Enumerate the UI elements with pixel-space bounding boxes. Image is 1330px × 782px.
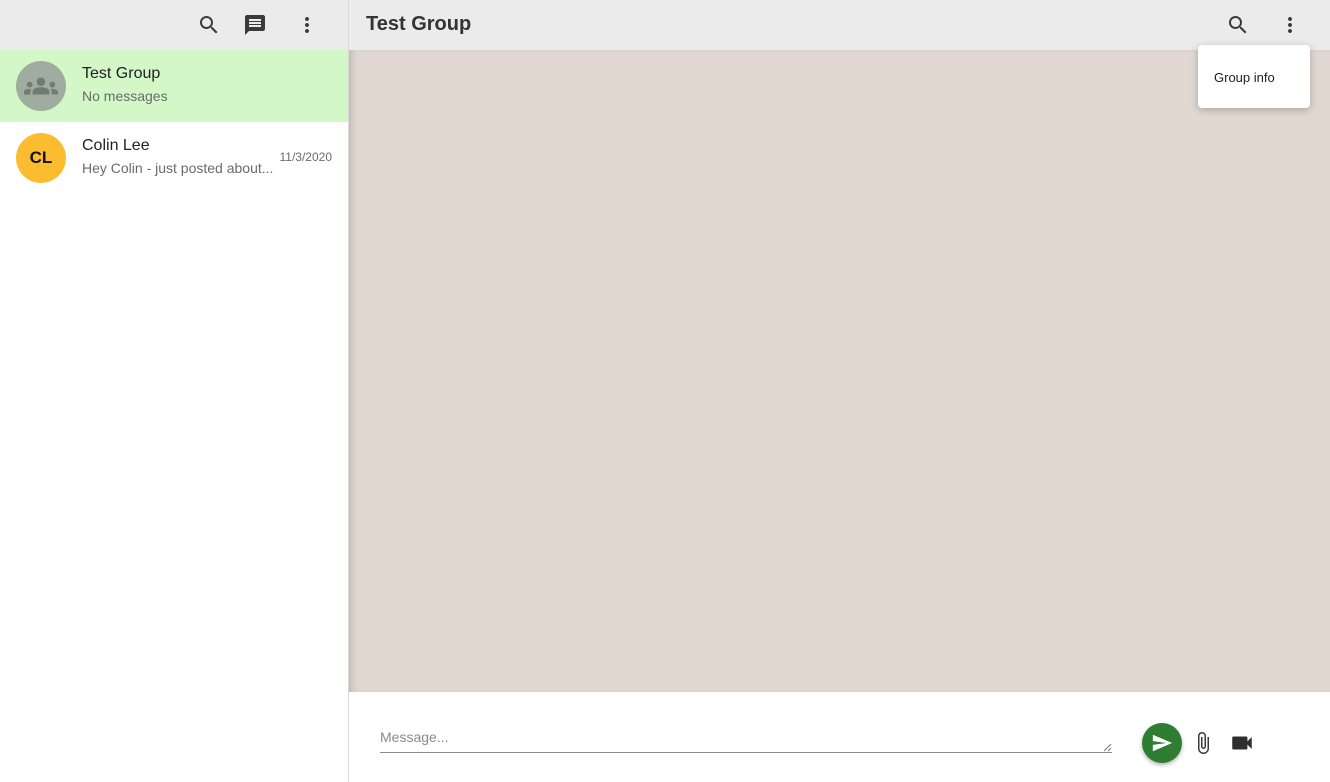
send-button[interactable] [1142,723,1182,763]
chat-date: 11/3/2020 [279,150,333,164]
more-vert-icon[interactable] [1277,12,1303,38]
sidebar-header [0,0,348,50]
search-icon[interactable] [1225,12,1251,38]
conversation-title: Test Group [366,13,472,35]
avatar: CL [16,133,66,183]
group-icon [24,77,58,95]
message-input[interactable] [380,720,1112,753]
conversation-panel: Test Group [349,0,1330,782]
new-chat-icon[interactable] [242,12,268,38]
chat-name: Colin Lee [82,137,150,154]
chat-name: Test Group [82,65,161,82]
search-icon[interactable] [196,12,222,38]
chat-item-colin-lee[interactable]: CL Colin Lee Hey Colin - just posted abo… [0,122,348,194]
send-icon [1152,734,1173,752]
video-call-button[interactable] [1228,730,1256,756]
group-avatar [16,61,66,111]
chat-list: Test Group No messages CL Colin Lee Hey … [0,50,348,194]
message-area[interactable] [349,50,1330,692]
resize-grip-icon[interactable] [1103,743,1112,752]
message-composer [349,692,1330,782]
attach-button[interactable] [1191,731,1215,755]
menu-item-group-info[interactable]: Group info [1214,70,1275,85]
video-icon [1232,736,1252,750]
chat-last-message: Hey Colin - just posted about... [82,160,274,176]
attach-icon [1198,732,1209,754]
group-options-menu: Group info [1198,45,1310,108]
chat-last-message: No messages [82,88,168,104]
chat-item-test-group[interactable]: Test Group No messages [0,50,348,122]
more-vert-icon[interactable] [294,12,320,38]
conversation-header: Test Group [349,0,1330,50]
sidebar: Test Group No messages CL Colin Lee Hey … [0,0,349,782]
